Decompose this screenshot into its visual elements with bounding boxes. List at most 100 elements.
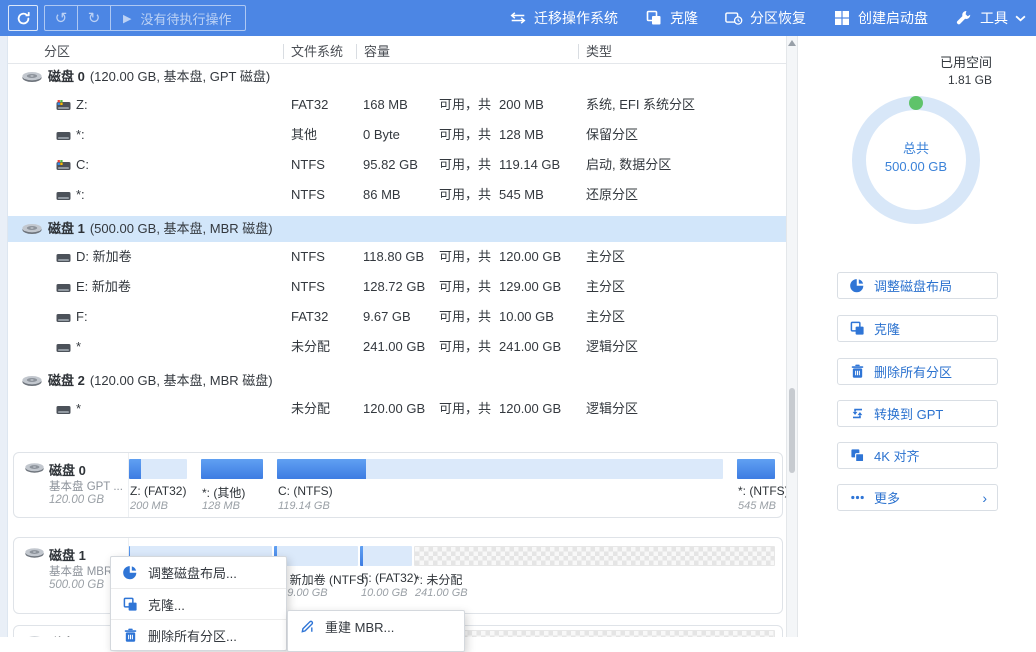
segment-size: 200 MB [130, 500, 168, 512]
scrollbar-thumb[interactable] [789, 388, 795, 473]
partition-icon [56, 130, 71, 141]
segment-size: 241.00 GB [415, 587, 468, 599]
partition-icon [56, 190, 71, 201]
partition-name: *: [76, 120, 85, 150]
capacity-connector: 可用，共 [439, 272, 491, 302]
partition-type: 主分区 [586, 242, 625, 272]
disk-detail: (120.00 GB, 基本盘, MBR 磁盘) [90, 373, 273, 388]
capacity-total: 128 MB [499, 120, 544, 150]
sidebar-button-adjust-disk-layout[interactable]: 调整磁盘布局 [837, 272, 998, 299]
partition-type: 系统, EFI 系统分区 [586, 90, 695, 120]
table-rows: 磁盘 0(120.00 GB, 基本盘, GPT 磁盘)Z:FAT32168 M… [8, 64, 786, 424]
used-space-label: 已用空间 [940, 52, 992, 71]
partition-table: 分区 文件系统 容量 类型 磁盘 0(120.00 GB, 基本盘, GPT 磁… [8, 36, 786, 637]
disk-map-name: 磁盘 2 [49, 633, 86, 637]
menu-item-adjust-disk-layout[interactable]: 调整磁盘布局... [111, 557, 286, 588]
sidebar-button-convert-to-gpt[interactable]: 转换到 GPT [837, 400, 998, 427]
column-header-partition: 分区 [44, 40, 70, 63]
partition-name: C: [76, 150, 89, 180]
tools-icon [955, 10, 973, 26]
clone-icon [645, 10, 663, 26]
segment-size: 128 MB [202, 500, 240, 512]
partition-row[interactable]: *未分配241.00 GB可用，共241.00 GB逻辑分区 [8, 332, 786, 362]
capacity-connector: 可用，共 [439, 180, 491, 210]
column-divider [578, 44, 579, 59]
partition-row[interactable]: *:NTFS86 MB可用，共545 MB还原分区 [8, 180, 786, 210]
disk-group-row[interactable]: 磁盘 0(120.00 GB, 基本盘, GPT 磁盘) [8, 64, 786, 90]
scroll-up-arrow-icon[interactable] [788, 40, 796, 46]
disk-group-row[interactable]: 磁盘 1(500.00 GB, 基本盘, MBR 磁盘) [8, 216, 786, 242]
undo-button[interactable]: ↺ [45, 6, 78, 30]
capacity-connector: 可用，共 [439, 302, 491, 332]
toolbar-action-tools[interactable]: 工具 [955, 8, 1026, 28]
refresh-icon [16, 11, 31, 26]
trash-icon [850, 364, 865, 379]
capacity-connector: 可用，共 [439, 120, 491, 150]
toolbar-action-label: 工具 [980, 8, 1008, 28]
scrollbar[interactable] [786, 36, 798, 637]
menu-item-label: 重建 MBR... [325, 617, 394, 636]
sidebar-button-4k-align[interactable]: 4K 对齐 [837, 442, 998, 469]
segment-used-fill [737, 459, 775, 479]
sidebar-button-delete-all-partitions[interactable]: 删除所有分区 [837, 358, 998, 385]
disk-detail: (120.00 GB, 基本盘, GPT 磁盘) [90, 69, 270, 84]
partition-row[interactable]: *:其他0 Byte可用，共128 MB保留分区 [8, 120, 786, 150]
partition-type: 主分区 [586, 272, 625, 302]
capacity-available: 86 MB [363, 180, 435, 210]
menu-item-rebuild-mbr[interactable]: 重建 MBR... [288, 611, 464, 642]
capacity-total: 241.00 GB [499, 332, 561, 362]
partition-name: * [76, 332, 81, 362]
capacity-available: 120.00 GB [363, 394, 435, 424]
table-header: 分区 文件系统 容量 类型 [8, 40, 786, 64]
toolbar-action-create-boot-disk[interactable]: 创建启动盘 [833, 8, 928, 28]
menu-item-delete-all-partitions[interactable]: 删除所有分区... [111, 619, 286, 650]
partition-name: Z: [76, 90, 88, 120]
partition-icon [56, 100, 71, 111]
menu-item-clone[interactable]: 克隆... [111, 588, 286, 619]
toolbar-action-partition-recovery[interactable]: 分区恢复 [725, 8, 806, 28]
toolbar-action-clone[interactable]: 克隆 [645, 8, 698, 28]
partition-segment[interactable] [360, 546, 412, 566]
partition-type: 保留分区 [586, 120, 638, 150]
disk-label: 磁盘 1 [48, 221, 85, 236]
column-header-capacity: 容量 [364, 40, 390, 63]
disk-group-row[interactable]: 磁盘 2 (120.00 GB, 基本盘, MBR 磁盘) [8, 368, 786, 394]
sidebar-button-label: 克隆 [874, 319, 900, 338]
toolbar-action-label: 创建启动盘 [858, 8, 928, 28]
partition-segment[interactable] [129, 459, 187, 479]
segment-label: E: 新加卷 (NTFS) [275, 571, 368, 588]
filesystem-value: NTFS [291, 150, 325, 180]
column-divider [283, 44, 284, 59]
more-icon [850, 490, 865, 505]
unallocated-segment[interactable] [414, 546, 775, 566]
partition-row[interactable]: *未分配120.00 GB可用，共120.00 GB逻辑分区 [8, 394, 786, 424]
menu-item-label: 克隆... [148, 595, 185, 614]
disk-label: 磁盘 2 [48, 373, 85, 388]
partition-segment[interactable] [737, 459, 775, 479]
segment-used-fill [360, 546, 363, 566]
sidebar-button-clone-disk[interactable]: 克隆 [837, 315, 998, 342]
toolbar-actions: 迁移操作系统 克隆 分区恢复 创建启动盘 工具 [509, 0, 1026, 36]
capacity-available: 9.67 GB [363, 302, 435, 332]
disk-icon [24, 547, 45, 559]
partition-row[interactable]: E: 新加卷NTFS128.72 GB可用，共129.00 GB主分区 [8, 272, 786, 302]
partition-row[interactable]: Z:FAT32168 MB可用，共200 MB系统, EFI 系统分区 [8, 90, 786, 120]
partition-segment[interactable] [201, 459, 263, 479]
used-space-block: 已用空间 1.81 GB [940, 52, 992, 87]
partition-icon [56, 282, 71, 293]
refresh-button[interactable] [8, 5, 38, 31]
toolbar-action-migrate-os[interactable]: 迁移操作系统 [509, 8, 618, 28]
segment-label: C: (NTFS) [278, 484, 333, 498]
apply-operations-button[interactable]: ▶ 没有待执行操作 [111, 6, 245, 30]
segment-label: Z: (FAT32) [130, 484, 186, 498]
disk-map-panel[interactable]: 磁盘 0基本盘 GPT ...120.00 GBZ: (FAT32)200 MB… [13, 452, 783, 518]
sidebar-button-label: 调整磁盘布局 [874, 276, 952, 295]
disk-icon [21, 71, 43, 83]
sidebar-button-more[interactable]: 更多› [837, 484, 998, 511]
partition-segment[interactable] [277, 459, 723, 479]
redo-button[interactable]: ↻ [78, 6, 111, 30]
partition-row[interactable]: C:NTFS95.82 GB可用，共119.14 GB启动, 数据分区 [8, 150, 786, 180]
partition-row[interactable]: F:FAT329.67 GB可用，共10.00 GB主分区 [8, 302, 786, 332]
play-icon: ▶ [123, 12, 131, 25]
partition-row[interactable]: D: 新加卷NTFS118.80 GB可用，共120.00 GB主分区 [8, 242, 786, 272]
